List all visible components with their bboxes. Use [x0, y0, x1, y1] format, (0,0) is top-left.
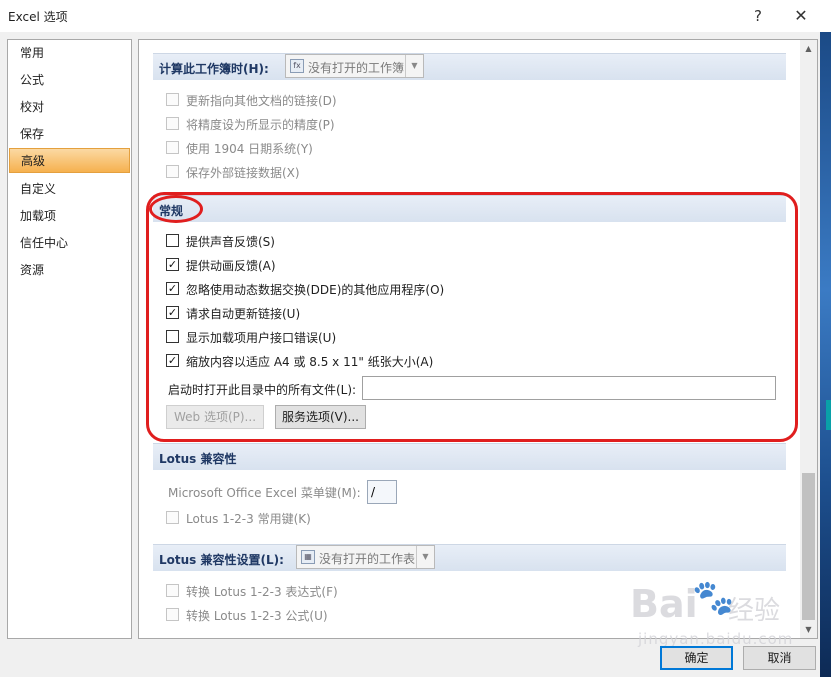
section-general-title: 常规 — [159, 204, 184, 218]
checkbox[interactable] — [166, 141, 179, 154]
nav-item-trust-center[interactable]: 信任中心 — [9, 231, 130, 256]
checkbox[interactable]: ✓ — [166, 354, 179, 367]
chevron-down-icon: ▼ — [416, 546, 434, 568]
checkbox[interactable] — [166, 330, 179, 343]
option-label: 忽略使用动态数据交换(DDE)的其他应用程序(O) — [186, 283, 445, 297]
watermark-brand: Bai — [630, 582, 698, 626]
watermark-cn: 经验 — [728, 596, 781, 626]
option-label: 使用 1904 日期系统(Y) — [186, 142, 313, 156]
option-label: 更新指向其他文档的链接(D) — [186, 94, 337, 108]
nav-item-save[interactable]: 保存 — [9, 122, 130, 147]
desktop-background — [820, 32, 831, 677]
lotus-sheet-value: 没有打开的工作表 — [319, 552, 416, 566]
section-lotus-header: Lotus 兼容性 — [153, 443, 786, 470]
option-label: 提供动画反馈(A) — [186, 259, 276, 273]
cancel-button[interactable]: 取消 — [743, 646, 816, 670]
nav-item-proofing[interactable]: 校对 — [9, 95, 130, 120]
scroll-down-icon[interactable]: ▼ — [800, 621, 817, 638]
option-label: 将精度设为所显示的精度(P) — [186, 118, 335, 132]
nav-item-advanced[interactable]: 高级 — [9, 148, 130, 173]
vertical-scrollbar[interactable]: ▲ ▼ — [800, 40, 817, 638]
checkbox[interactable] — [166, 511, 179, 524]
section-lotus-title: Lotus 兼容性 — [159, 452, 237, 466]
workbook-icon: fx — [290, 59, 304, 73]
web-options-button[interactable]: Web 选项(P)... — [166, 405, 264, 429]
nav-item-common[interactable]: 常用 — [9, 41, 130, 66]
nav-item-formulas[interactable]: 公式 — [9, 68, 130, 93]
category-nav: 常用 公式 校对 保存 高级 自定义 加载项 信任中心 资源 — [7, 39, 132, 639]
service-options-button[interactable]: 服务选项(V)... — [275, 405, 366, 429]
menu-key-label: Microsoft Office Excel 菜单键(M): — [168, 486, 361, 500]
option-label: 显示加载项用户接口错误(U) — [186, 331, 337, 345]
window-title: Excel 选项 — [8, 10, 68, 24]
nav-item-addins[interactable]: 加载项 — [9, 204, 130, 229]
option-label: 请求自动更新链接(U) — [186, 307, 301, 321]
checkbox[interactable]: ✓ — [166, 282, 179, 295]
section-lotus-settings-title: Lotus 兼容性设置(L): — [159, 553, 284, 567]
option-label: Lotus 1-2-3 常用键(K) — [186, 512, 311, 526]
section-calc-header: 计算此工作簿时(H): — [153, 53, 786, 80]
scroll-up-icon[interactable]: ▲ — [800, 40, 817, 57]
checkbox[interactable] — [166, 117, 179, 130]
nav-item-customize[interactable]: 自定义 — [9, 177, 130, 202]
checkbox[interactable]: ✓ — [166, 258, 179, 271]
section-calc-title: 计算此工作簿时(H): — [159, 62, 269, 76]
checkbox[interactable] — [166, 234, 179, 247]
startup-folder-label: 启动时打开此目录中的所有文件(L): — [168, 383, 357, 397]
title-bar: Excel 选项 ? ✕ — [0, 0, 831, 32]
checkbox[interactable] — [166, 93, 179, 106]
option-label: 转换 Lotus 1-2-3 表达式(F) — [186, 585, 338, 599]
option-label: 转换 Lotus 1-2-3 公式(U) — [186, 609, 328, 623]
checkbox[interactable] — [166, 608, 179, 621]
worksheet-icon: ▦ — [301, 550, 315, 564]
help-button[interactable]: ? — [746, 4, 770, 28]
calc-workbook-dropdown[interactable]: fx 没有打开的工作簿 ▼ — [285, 54, 424, 78]
desktop-taskbar-edge — [826, 400, 831, 430]
option-label: 保存外部链接数据(X) — [186, 166, 300, 180]
menu-key-input[interactable] — [367, 480, 397, 504]
checkbox[interactable] — [166, 584, 179, 597]
lotus-sheet-dropdown[interactable]: ▦ 没有打开的工作表 ▼ — [296, 545, 435, 569]
section-lotus-settings-header: Lotus 兼容性设置(L): — [153, 544, 786, 571]
checkbox[interactable] — [166, 165, 179, 178]
chevron-down-icon: ▼ — [405, 55, 423, 77]
nav-item-resources[interactable]: 资源 — [9, 258, 130, 283]
section-general-header: 常规 — [153, 195, 786, 222]
close-button[interactable]: ✕ — [789, 4, 813, 28]
calc-workbook-value: 没有打开的工作簿 — [308, 61, 405, 75]
option-label: 缩放内容以适应 A4 或 8.5 x 11" 纸张大小(A) — [186, 355, 434, 369]
option-label: 提供声音反馈(S) — [186, 235, 275, 249]
checkbox[interactable]: ✓ — [166, 306, 179, 319]
scroll-thumb[interactable] — [802, 473, 815, 620]
startup-folder-input[interactable] — [362, 376, 776, 400]
ok-button[interactable]: 确定 — [660, 646, 733, 670]
